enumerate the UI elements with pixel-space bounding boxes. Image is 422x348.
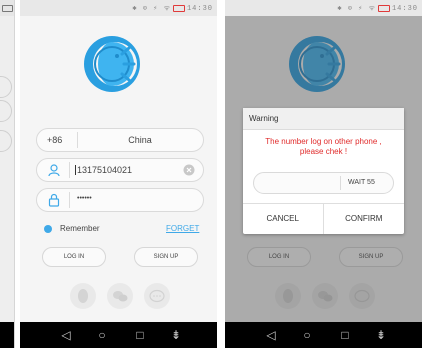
field-arc-partial — [0, 100, 12, 122]
battery-icon — [2, 5, 13, 12]
phone-input[interactable]: 13175104021 — [36, 158, 204, 182]
logo-arc-partial — [0, 76, 12, 98]
country-name: China — [128, 135, 152, 145]
password-value: •••••• — [77, 195, 92, 202]
lock-icon — [48, 193, 60, 207]
battery-icon — [377, 4, 390, 12]
status-bar-partial — [0, 0, 14, 16]
phone-value: 13175104021 — [75, 165, 133, 175]
recents-icon[interactable]: □ — [130, 326, 150, 344]
field-arc-partial — [0, 130, 12, 152]
password-input[interactable]: •••••• — [36, 188, 204, 212]
divider — [69, 192, 70, 208]
status-bar: ✱ ⊙ ⚡ ᯤ 14:30 — [225, 0, 422, 16]
home-icon[interactable]: ○ — [297, 326, 317, 344]
clear-icon[interactable] — [183, 164, 195, 176]
status-bar: ✱ ⊙ ⚡ ᯤ 14:30 — [20, 0, 217, 16]
adjacent-screen-sliver — [0, 0, 15, 348]
back-icon[interactable]: ◁ — [56, 326, 76, 344]
wechat-icon[interactable] — [107, 283, 133, 309]
cancel-button[interactable]: CANCEL — [243, 204, 324, 234]
login-button[interactable]: LOG IN — [42, 247, 106, 267]
country-code: +86 — [47, 135, 63, 145]
dialog-title: Warning — [243, 108, 404, 130]
status-icons: ✱ ⊙ ⚡ ᯤ 14:30 — [337, 4, 418, 13]
warning-screen: ✱ ⊙ ⚡ ᯤ 14:30 LOG IN SIGN UP Warning The … — [225, 0, 422, 348]
divider — [69, 162, 70, 178]
battery-icon — [172, 4, 185, 12]
home-icon[interactable]: ○ — [92, 326, 112, 344]
confirm-button[interactable]: CONFIRM — [324, 204, 405, 234]
system-navbar: ◁ ○ □ ⇟ — [20, 322, 217, 348]
qq-icon[interactable] — [70, 283, 96, 309]
dialog-message-line: The number log on other phone , — [265, 137, 382, 146]
wait-countdown[interactable]: WAIT 55 — [348, 179, 375, 186]
signup-button[interactable]: SIGN UP — [134, 247, 198, 267]
login-screen: ✱ ⊙ ⚡ ᯤ 14:30 +86 China 13175104021 ••••… — [20, 0, 217, 348]
recents-icon[interactable]: □ — [335, 326, 355, 344]
back-icon[interactable]: ◁ — [261, 326, 281, 344]
remember-checkbox[interactable] — [44, 225, 52, 233]
dialog-message-line: please chek ! — [299, 147, 348, 156]
menu-icon[interactable]: ⇟ — [371, 326, 391, 344]
code-input[interactable]: WAIT 55 — [253, 172, 394, 194]
navbar-partial — [0, 322, 14, 348]
menu-icon[interactable]: ⇟ — [166, 326, 186, 344]
dialog-actions: CANCEL CONFIRM — [243, 203, 404, 234]
divider — [340, 176, 341, 190]
dialog-message: The number log on other phone , please c… — [243, 137, 404, 157]
country-selector[interactable]: +86 China — [36, 128, 204, 152]
remember-label: Remember — [60, 224, 100, 233]
app-logo-icon — [84, 36, 140, 92]
chat-icon[interactable] — [144, 283, 170, 309]
forget-link[interactable]: FORGET — [166, 224, 199, 233]
user-icon — [48, 164, 60, 177]
system-navbar: ◁ ○ □ ⇟ — [225, 322, 422, 348]
status-icons: ✱ ⊙ ⚡ ᯤ 14:30 — [132, 4, 213, 13]
warning-dialog: Warning The number log on other phone , … — [243, 108, 404, 234]
